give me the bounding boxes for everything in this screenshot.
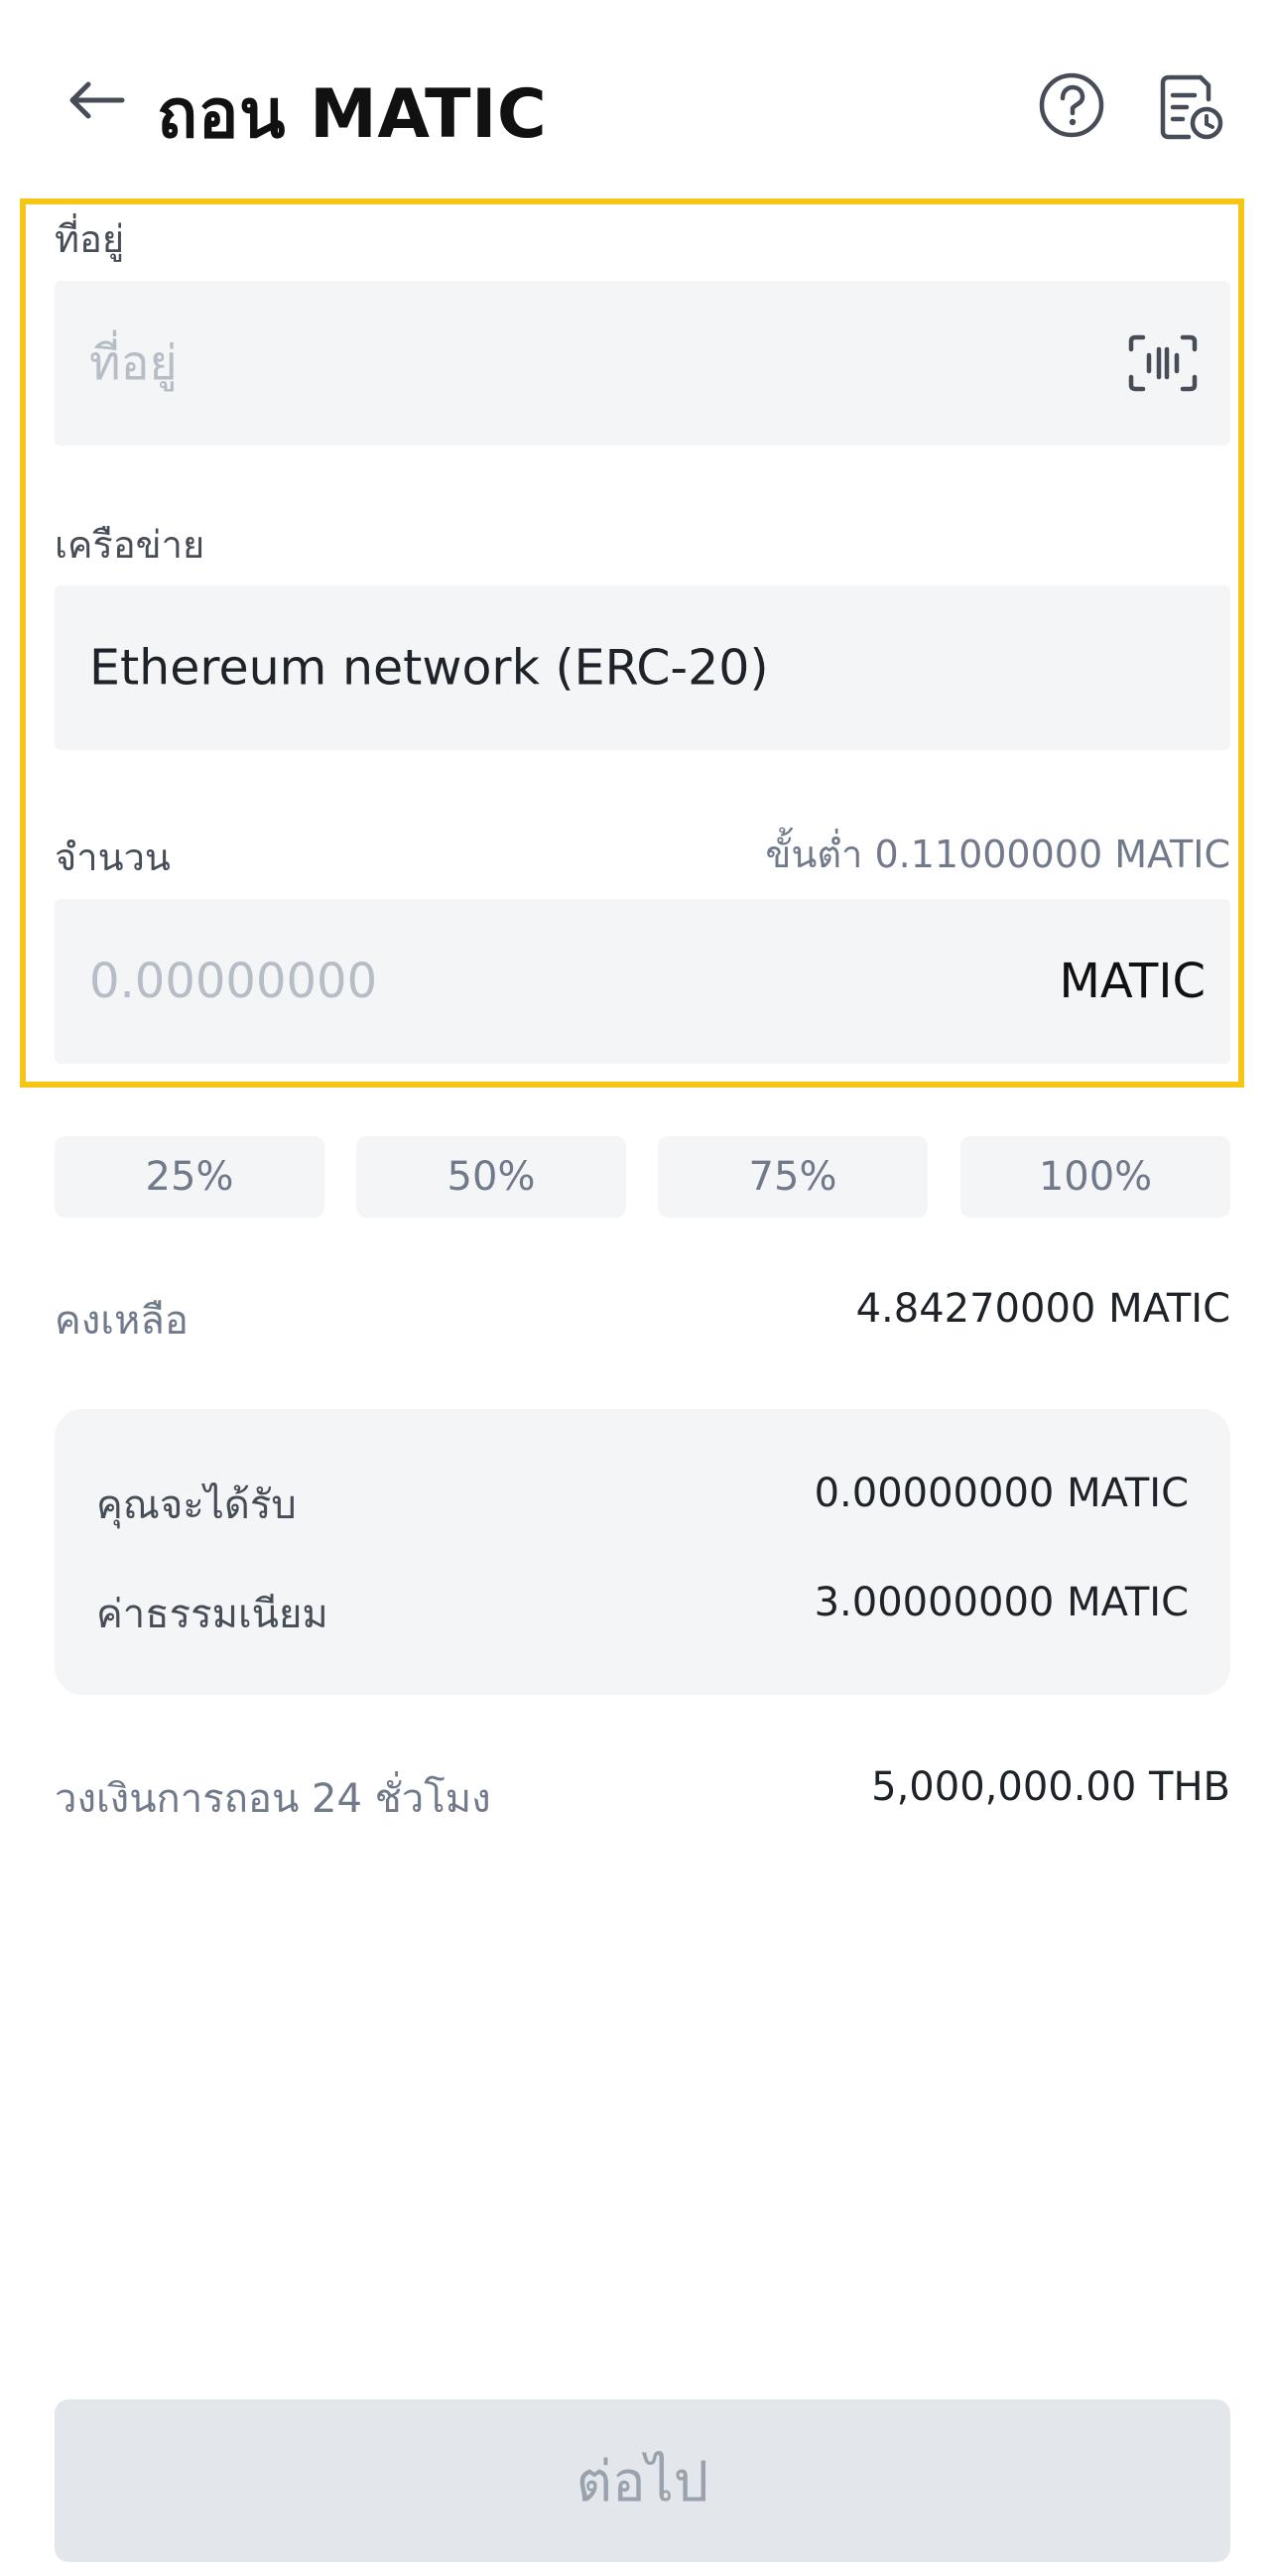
percent-25-button[interactable]: 25% [55,1136,324,1218]
back-button[interactable] [62,65,131,135]
page-title: ถอน MATIC [157,75,548,154]
withdraw-limit-value: 5,000,000.00 THB [871,1764,1230,1810]
balance-value: 4.84270000 MATIC [855,1286,1230,1332]
address-label: ที่อยู่ [55,217,125,261]
history-button[interactable] [1155,69,1226,141]
continue-button[interactable]: ต่อไป [55,2399,1230,2562]
balance-label: คงเหลือ [55,1298,189,1344]
percent-75-button[interactable]: 75% [658,1136,928,1218]
receive-label: คุณจะได้รับ [96,1482,297,1528]
amount-unit: MATIC [1059,954,1206,1009]
withdraw-limit-label: วงเงินการถอน 24 ชั่วโมง [55,1776,491,1822]
network-select[interactable]: Ethereum network (ERC-20) [55,585,1230,750]
amount-placeholder: 0.00000000 [89,954,378,1009]
scan-icon [1128,334,1198,392]
fee-value: 3.00000000 MATIC [814,1580,1189,1625]
amount-input[interactable]: 0.00000000 MATIC [55,899,1230,1064]
percent-50-button[interactable]: 50% [356,1136,626,1218]
amount-label: จำนวน [55,836,171,879]
address-input[interactable]: ที่อยู่ [55,281,1230,446]
percent-100-button[interactable]: 100% [960,1136,1230,1218]
scan-button[interactable] [1125,325,1201,401]
summary-card: คุณจะได้รับ 0.00000000 MATIC ค่าธรรมเนีย… [55,1409,1230,1695]
question-circle-icon [1039,72,1104,138]
receive-value: 0.00000000 MATIC [814,1471,1189,1516]
fee-label: ค่าธรรมเนียม [96,1592,328,1637]
address-placeholder: ที่อยู่ [89,335,178,391]
network-value: Ethereum network (ERC-20) [89,639,769,697]
network-label: เครือข่าย [55,523,205,567]
minimum-amount: ขั้นต่ำ 0.11000000 MATIC [765,833,1230,876]
document-clock-icon [1160,74,1223,140]
arrow-left-icon [69,81,125,119]
help-button[interactable] [1036,69,1107,141]
